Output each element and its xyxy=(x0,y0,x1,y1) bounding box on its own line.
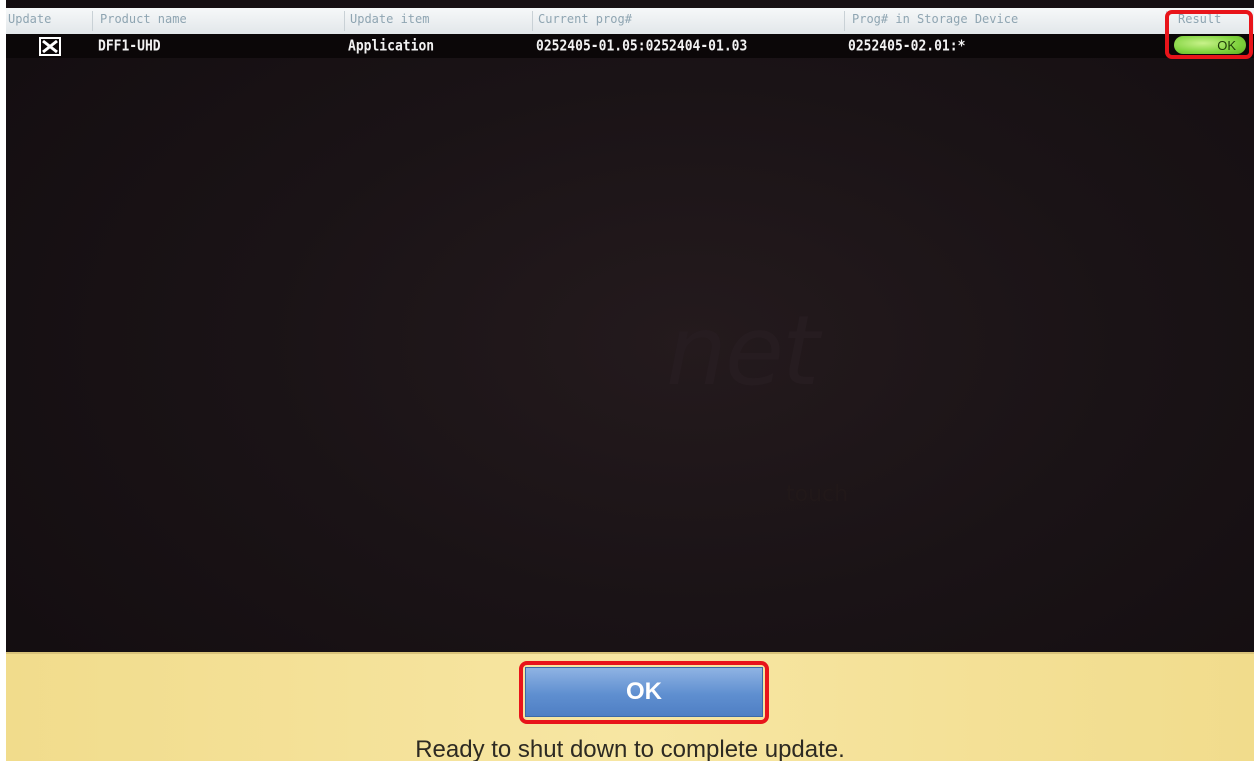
header-update: Update xyxy=(8,12,52,26)
update-screen: Update Product name Update item Current … xyxy=(6,0,1254,761)
table-header: Update Product name Update item Current … xyxy=(6,8,1254,35)
footer-panel: OK Ready to shut down to complete update… xyxy=(6,652,1254,761)
header-current-prog: Current prog# xyxy=(538,12,632,26)
ok-highlight-box xyxy=(519,661,769,724)
watermark-subtext: touch xyxy=(786,482,849,507)
result-highlight-box xyxy=(1165,10,1253,59)
update-checkbox[interactable] xyxy=(39,37,61,56)
status-message: Ready to shut down to complete update. xyxy=(415,736,845,761)
header-divider xyxy=(844,11,845,31)
table-row[interactable]: DFF1-UHD Application 0252405-01.05:02524… xyxy=(6,34,1254,58)
header-divider xyxy=(532,11,533,31)
header-divider xyxy=(344,11,345,31)
header-prog-in-storage: Prog# in Storage Device xyxy=(852,12,1019,26)
header-divider xyxy=(92,11,93,31)
header-product-name: Product name xyxy=(100,12,187,26)
watermark-logo: net xyxy=(666,295,820,407)
header-update-item: Update item xyxy=(350,12,430,26)
cell-prog-in-storage: 0252405-02.01:* xyxy=(848,38,966,56)
cell-product-name: DFF1-UHD xyxy=(98,38,161,56)
cell-current-prog: 0252405-01.05:0252404-01.03 xyxy=(536,38,748,56)
cell-update-item: Application xyxy=(348,38,435,56)
checkbox-cross-icon xyxy=(42,39,58,54)
